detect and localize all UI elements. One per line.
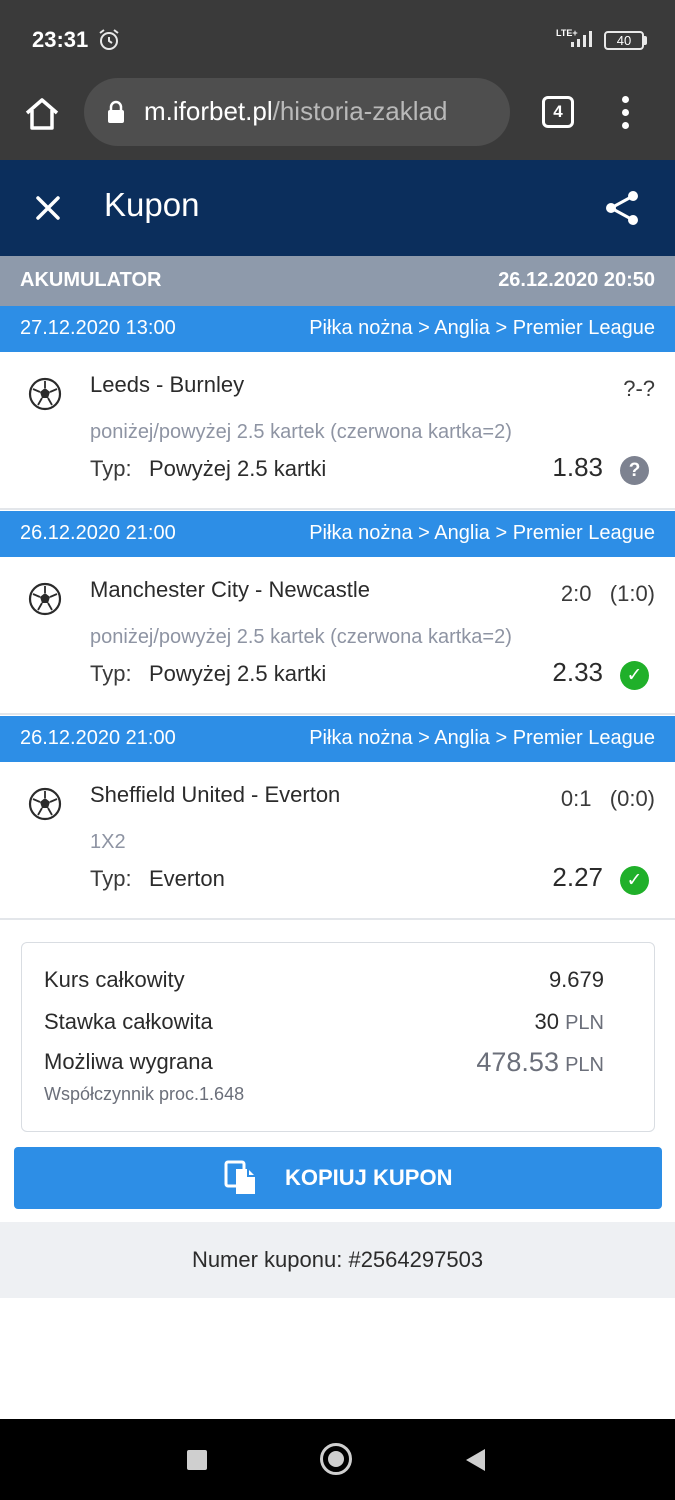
match-score: ?-?	[623, 376, 655, 401]
copy-coupon-button[interactable]: KOPIUJ KUPON	[14, 1147, 662, 1209]
bet-type-value: Powyżej 2.5 kartki	[149, 456, 327, 481]
bet-type-label: Typ:	[90, 661, 132, 686]
home-nav-icon[interactable]	[320, 1443, 352, 1475]
alarm-icon	[99, 29, 119, 50]
close-icon[interactable]	[30, 190, 66, 226]
bet-type-value: Powyżej 2.5 kartki	[149, 661, 327, 686]
coupon-created-date: 26.12.2020 20:50	[498, 269, 655, 291]
status-bar: 23:31 LTE+ 40	[0, 0, 675, 78]
event-category: Piłka nożna > Anglia > Premier League	[309, 522, 655, 544]
stake-value: 30	[534, 1009, 559, 1034]
possible-win-value: 478.53	[476, 1047, 559, 1077]
match-name: Sheffield United - Everton	[90, 782, 341, 807]
total-odds-value: 9.679	[548, 967, 604, 992]
total-odds-label: Kurs całkowity	[44, 967, 185, 992]
url-host: m.iforbet.pl	[144, 96, 273, 126]
event-category: Piłka nożna > Anglia > Premier League	[309, 727, 655, 749]
coupon-type: AKUMULATOR	[20, 269, 162, 291]
event-datetime: 26.12.2020 21:00	[20, 522, 176, 544]
event-datetime: 27.12.2020 13:00	[20, 317, 176, 339]
summary-total-odds: Kurs całkowity 9.679	[44, 967, 604, 993]
summary-stake: Stawka całkowita 30 PLN	[44, 1009, 604, 1035]
event-row: Manchester City - Newcastle 2:0 (1:0) po…	[0, 557, 675, 715]
recent-apps-icon[interactable]	[187, 1450, 207, 1470]
match-name: Leeds - Burnley	[90, 372, 245, 397]
bet-type-label: Typ:	[90, 866, 132, 891]
browser-menu-icon[interactable]	[620, 96, 632, 130]
coupon-summary: Kurs całkowity 9.679 Stawka całkowita 30…	[21, 942, 655, 1132]
address-bar[interactable]: m.iforbet.pl/historia-zaklad	[84, 78, 510, 146]
status-time: 23:31	[32, 27, 89, 52]
event-header: 26.12.2020 21:00 Piłka nożna > Anglia > …	[0, 511, 675, 557]
back-icon[interactable]	[466, 1449, 485, 1471]
question-icon: ?	[620, 456, 649, 485]
bet-market: 1X2	[90, 831, 126, 853]
share-icon[interactable]	[602, 188, 642, 228]
copy-icon	[224, 1160, 255, 1194]
bet-market: poniżej/powyżej 2.5 kartek (czerwona kar…	[90, 421, 512, 443]
page-title: Kupon	[104, 186, 200, 223]
lock-icon	[108, 100, 124, 123]
coupon-type-bar: AKUMULATOR 26.12.2020 20:50	[0, 256, 675, 306]
factor-label: Współczynnik proc.1.648	[44, 1084, 245, 1104]
url-text[interactable]: m.iforbet.pl/historia-zaklad	[144, 96, 484, 127]
event-header: 27.12.2020 13:00 Piłka nożna > Anglia > …	[0, 306, 675, 352]
battery-icon: 40	[604, 31, 644, 50]
bet-odds: 2.27	[552, 862, 603, 892]
football-icon	[28, 582, 62, 616]
event-category: Piłka nożna > Anglia > Premier League	[309, 317, 655, 339]
event-row: Sheffield United - Everton 0:1 (0:0) 1X2…	[0, 762, 675, 920]
match-name: Manchester City - Newcastle	[90, 577, 370, 602]
signal-icon	[571, 31, 592, 47]
bet-market: poniżej/powyżej 2.5 kartek (czerwona kar…	[90, 626, 512, 648]
event-datetime: 26.12.2020 21:00	[20, 727, 176, 749]
check-icon: ✓	[620, 866, 649, 895]
football-icon	[28, 787, 62, 821]
bet-odds: 1.83	[552, 452, 603, 482]
stake-label: Stawka całkowita	[44, 1009, 213, 1034]
copy-coupon-label: KOPIUJ KUPON	[285, 1165, 453, 1190]
bet-odds: 2.33	[552, 657, 603, 687]
app-header: Kupon	[0, 160, 675, 256]
bet-type-value: Everton	[149, 866, 225, 891]
possible-win-currency: PLN	[565, 1054, 604, 1076]
stake-value-wrap: 30 PLN	[534, 1009, 604, 1035]
check-icon: ✓	[620, 661, 649, 690]
match-score: 0:1 (0:0)	[560, 786, 655, 811]
system-nav-bar	[0, 1419, 675, 1500]
tab-switcher-button[interactable]: 4	[542, 96, 574, 128]
url-path: /historia-zaklad	[272, 96, 448, 126]
bet-type-label: Typ:	[90, 456, 132, 481]
battery-tip	[644, 36, 647, 45]
stake-currency: PLN	[565, 1012, 604, 1034]
football-icon	[28, 377, 62, 411]
browser-toolbar: m.iforbet.pl/historia-zaklad 4	[0, 78, 675, 160]
event-header: 26.12.2020 21:00 Piłka nożna > Anglia > …	[0, 716, 675, 762]
possible-win-wrap: 478.53 PLN	[476, 1047, 604, 1078]
coupon-number: Numer kuponu: #2564297503	[0, 1222, 675, 1298]
possible-win-label: Możliwa wygrana	[44, 1049, 213, 1074]
summary-possible-win: Możliwa wygrana 478.53 PLN	[44, 1047, 604, 1078]
home-icon[interactable]	[22, 94, 62, 134]
event-row: Leeds - Burnley ?-? poniżej/powyżej 2.5 …	[0, 352, 675, 510]
match-score: 2:0 (1:0)	[560, 581, 655, 606]
